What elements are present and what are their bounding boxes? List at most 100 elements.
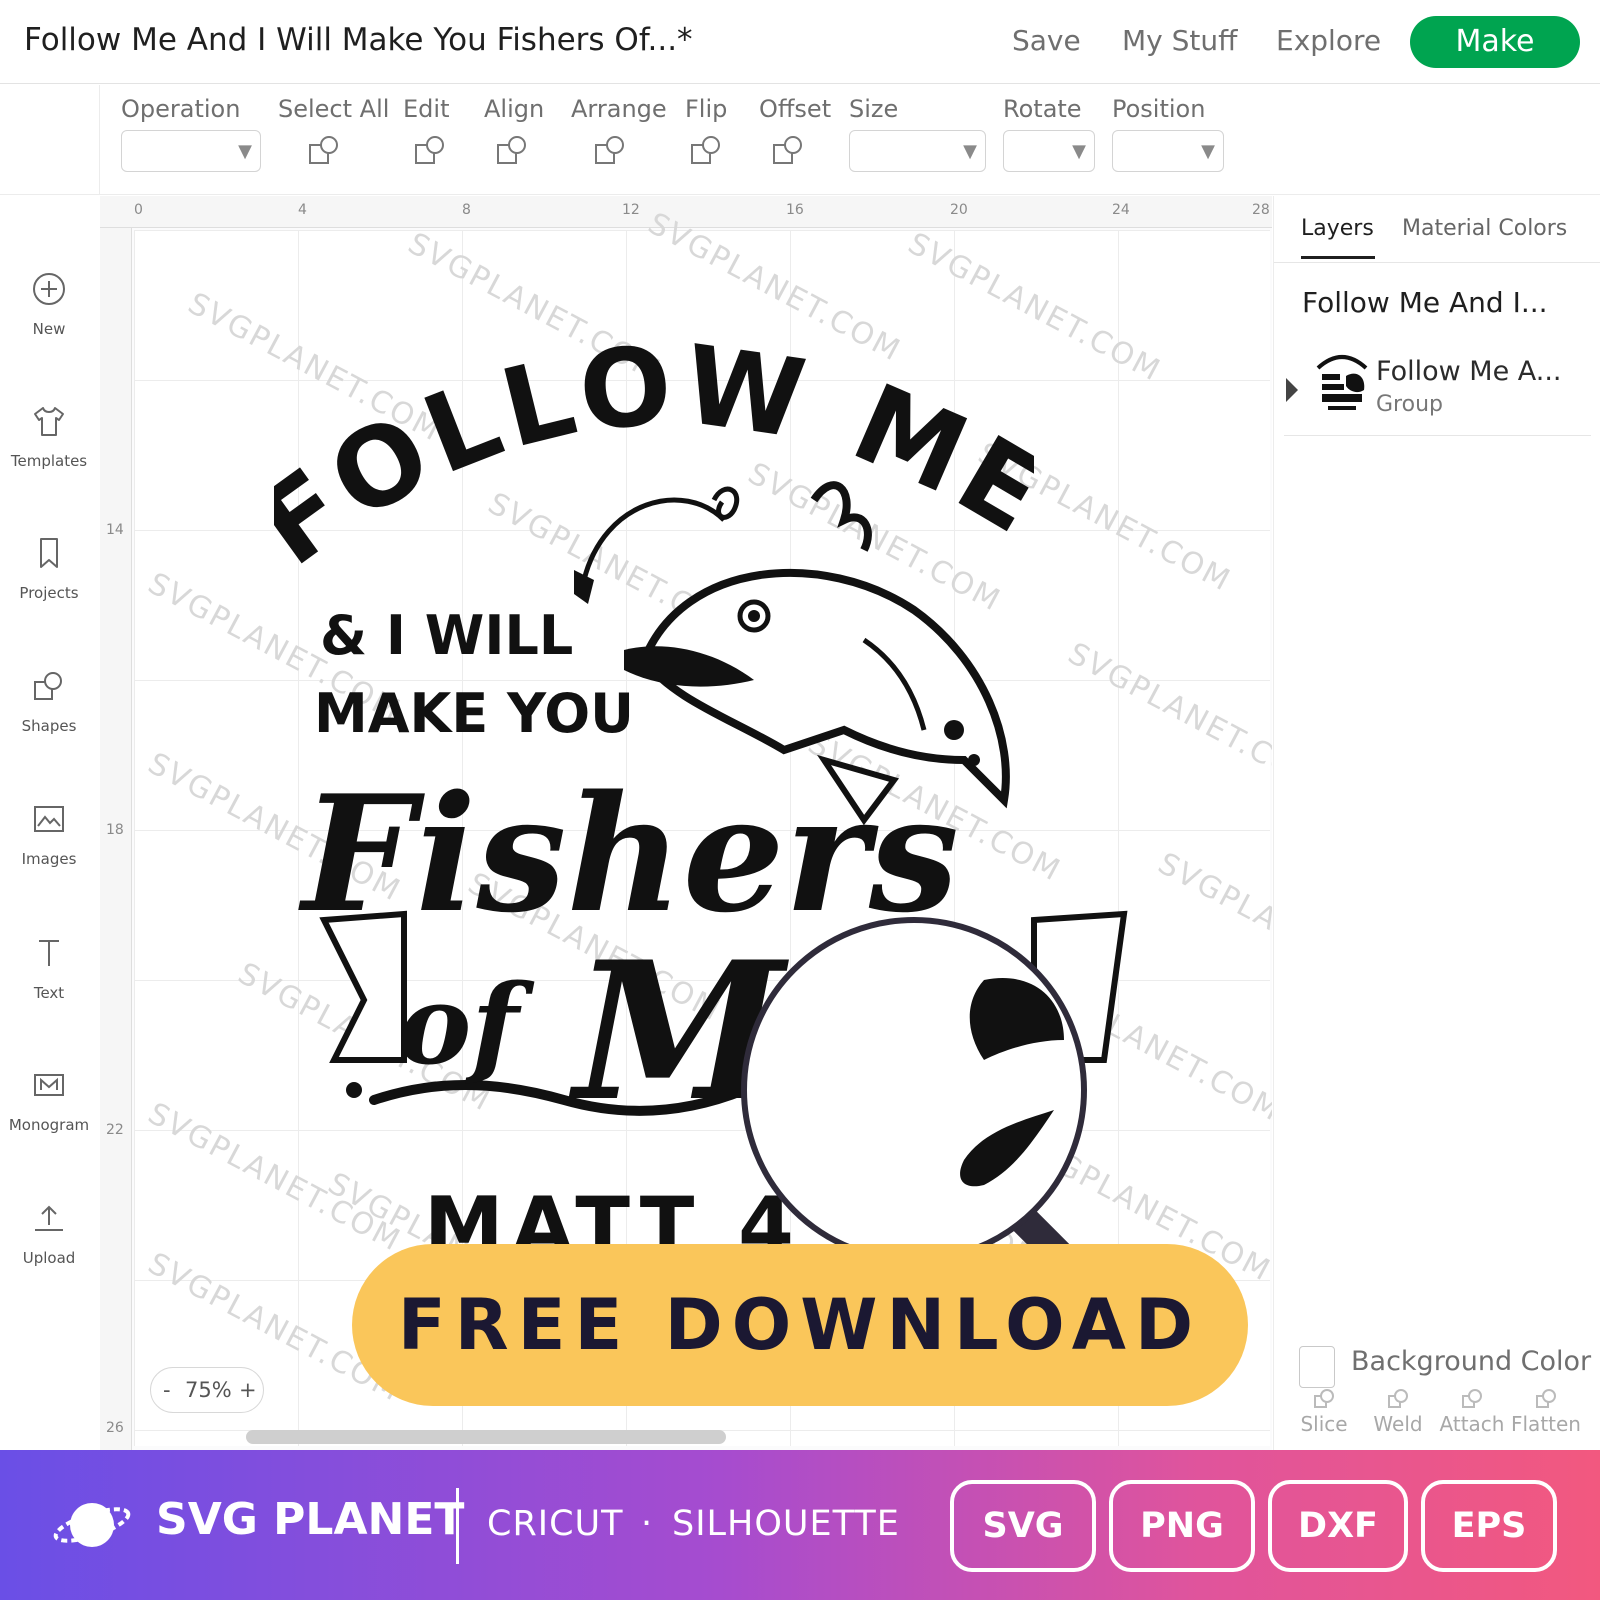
watermark: SVGPLANET.COM — [1062, 636, 1272, 799]
magnifier-lens — [741, 917, 1089, 1280]
ruler-mark: 26 — [106, 1420, 124, 1436]
toolbar-gutter — [0, 85, 100, 195]
ruler-mark: 24 — [1112, 202, 1130, 218]
sidebar-item-images[interactable]: Images — [0, 802, 98, 912]
select-all-label: Select All — [278, 95, 390, 123]
rotate-select[interactable]: ▼ — [1003, 130, 1095, 172]
png-format-button[interactable]: PNG — [1109, 1480, 1255, 1572]
project-title[interactable]: Follow Me And I Will Make You Fishers Of… — [24, 22, 693, 58]
weld-icon — [1388, 1389, 1408, 1408]
operation-select[interactable]: ▼ — [121, 130, 261, 172]
ruler-mark: 22 — [106, 1122, 124, 1138]
make-button[interactable]: Make — [1410, 16, 1580, 68]
shapes-icon — [34, 672, 62, 700]
size-label: Size — [849, 95, 899, 123]
sidebar-item-label: New — [32, 320, 66, 338]
slice-label: Slice — [1300, 1412, 1348, 1436]
align-icon[interactable] — [494, 133, 530, 169]
and-i-will-text: & I WILL — [320, 604, 574, 667]
size-select[interactable]: ▼ — [849, 130, 986, 172]
sidebar-item-templates[interactable]: Templates — [0, 404, 98, 514]
attach-label: Attach — [1439, 1412, 1505, 1436]
sidebar-item-label: Projects — [19, 584, 79, 602]
sidebar-item-text[interactable]: Text — [0, 936, 98, 1046]
save-link[interactable]: Save — [1012, 24, 1081, 57]
flatten-button[interactable]: Flatten — [1511, 1388, 1581, 1436]
position-label: Position — [1112, 95, 1206, 123]
layer-name: Follow Me A... — [1376, 356, 1562, 387]
dxf-format-button[interactable]: DXF — [1268, 1480, 1408, 1572]
tab-layers[interactable]: Layers — [1301, 216, 1374, 241]
zoom-control: - 75% + — [150, 1367, 264, 1413]
zoom-level: 75% — [185, 1378, 232, 1402]
promo-banner: SVG PLANET CRICUT · SILHOUETTE SVG PNG D… — [0, 1450, 1600, 1600]
attach-icon — [1462, 1389, 1482, 1408]
sidebar-item-shapes[interactable]: Shapes — [0, 669, 98, 779]
align-label: Align — [484, 95, 545, 123]
offset-icon[interactable] — [770, 133, 806, 169]
flip-label: Flip — [685, 95, 728, 123]
free-download-button[interactable]: FREE DOWNLOAD — [352, 1244, 1248, 1406]
edit-toolbar: Operation ▼ Select All Edit Align Arrang… — [0, 85, 1600, 195]
layer-thumbnail — [1316, 355, 1368, 410]
sidebar-item-new[interactable]: New — [0, 272, 98, 382]
slice-button[interactable]: Slice — [1289, 1388, 1359, 1436]
rotate-label: Rotate — [1003, 95, 1082, 123]
ruler-mark: 20 — [950, 202, 968, 218]
flatten-label: Flatten — [1511, 1412, 1581, 1436]
chevron-down-icon: ▼ — [1072, 141, 1086, 162]
bookmark-icon — [40, 538, 58, 568]
background-color-checkbox[interactable] — [1299, 1346, 1335, 1388]
watermark: SVGPLANET.COM — [1152, 846, 1272, 1009]
ruler-mark: 16 — [786, 202, 804, 218]
sidebar-item-label: Monogram — [8, 1116, 90, 1134]
sidebar-item-monogram[interactable]: Monogram — [0, 1068, 98, 1178]
attach-button[interactable]: Attach — [1437, 1388, 1507, 1436]
layers-panel: Layers Material Colors Follow Me And I..… — [1273, 196, 1600, 1450]
svg-format-button[interactable]: SVG — [950, 1480, 1096, 1572]
shirt-icon — [34, 407, 64, 436]
ruler-mark: 4 — [298, 202, 307, 218]
ruler-mark: 0 — [134, 202, 143, 218]
bass-fish-illustration — [574, 481, 1010, 826]
position-select[interactable]: ▼ — [1112, 130, 1224, 172]
sidebar-item-upload[interactable]: Upload — [0, 1201, 98, 1311]
app-header: Follow Me And I Will Make You Fishers Of… — [0, 0, 1600, 84]
my-stuff-link[interactable]: My Stuff — [1122, 24, 1237, 57]
arrange-label: Arrange — [571, 95, 667, 123]
sidebar-item-label: Templates — [10, 452, 88, 470]
ruler-mark: 8 — [462, 202, 471, 218]
upload-icon — [35, 1205, 63, 1231]
tab-material-colors[interactable]: Material Colors — [1402, 216, 1567, 241]
flip-icon[interactable] — [688, 133, 724, 169]
weld-button[interactable]: Weld — [1363, 1388, 1433, 1436]
planet-logo-icon — [53, 1503, 131, 1547]
sidebar-item-projects[interactable]: Projects — [0, 536, 98, 646]
left-ruler: 14 18 22 26 — [100, 228, 132, 1450]
silhouette-label: SILHOUETTE — [672, 1504, 900, 1544]
zoom-in-button[interactable]: + — [239, 1378, 257, 1402]
ruler-mark: 18 — [106, 822, 124, 838]
weld-label: Weld — [1373, 1412, 1423, 1436]
layer-row[interactable]: Follow Me A... Group — [1284, 346, 1591, 436]
ruler-mark: 28 — [1252, 202, 1270, 218]
select-all-icon[interactable] — [306, 133, 342, 169]
slice-icon — [1314, 1389, 1334, 1408]
brand-divider — [456, 1488, 459, 1564]
edit-icon[interactable] — [412, 133, 448, 169]
operation-label: Operation — [121, 95, 241, 123]
eps-format-button[interactable]: EPS — [1421, 1480, 1557, 1572]
zoom-out-button[interactable]: - — [163, 1378, 171, 1402]
text-icon — [39, 940, 59, 966]
flatten-icon — [1536, 1389, 1556, 1408]
horizontal-scrollbar[interactable] — [246, 1430, 726, 1444]
explore-link[interactable]: Explore — [1276, 24, 1381, 57]
separator-dot: · — [641, 1504, 654, 1544]
active-tab-indicator — [1301, 256, 1375, 259]
panel-divider — [1274, 262, 1600, 263]
brand-name: SVG PLANET — [156, 1494, 465, 1545]
arrange-icon[interactable] — [592, 133, 628, 169]
sidebar-item-label: Text — [33, 984, 65, 1002]
expand-arrow-icon[interactable] — [1284, 376, 1300, 404]
sidebar-item-label: Upload — [22, 1249, 76, 1267]
